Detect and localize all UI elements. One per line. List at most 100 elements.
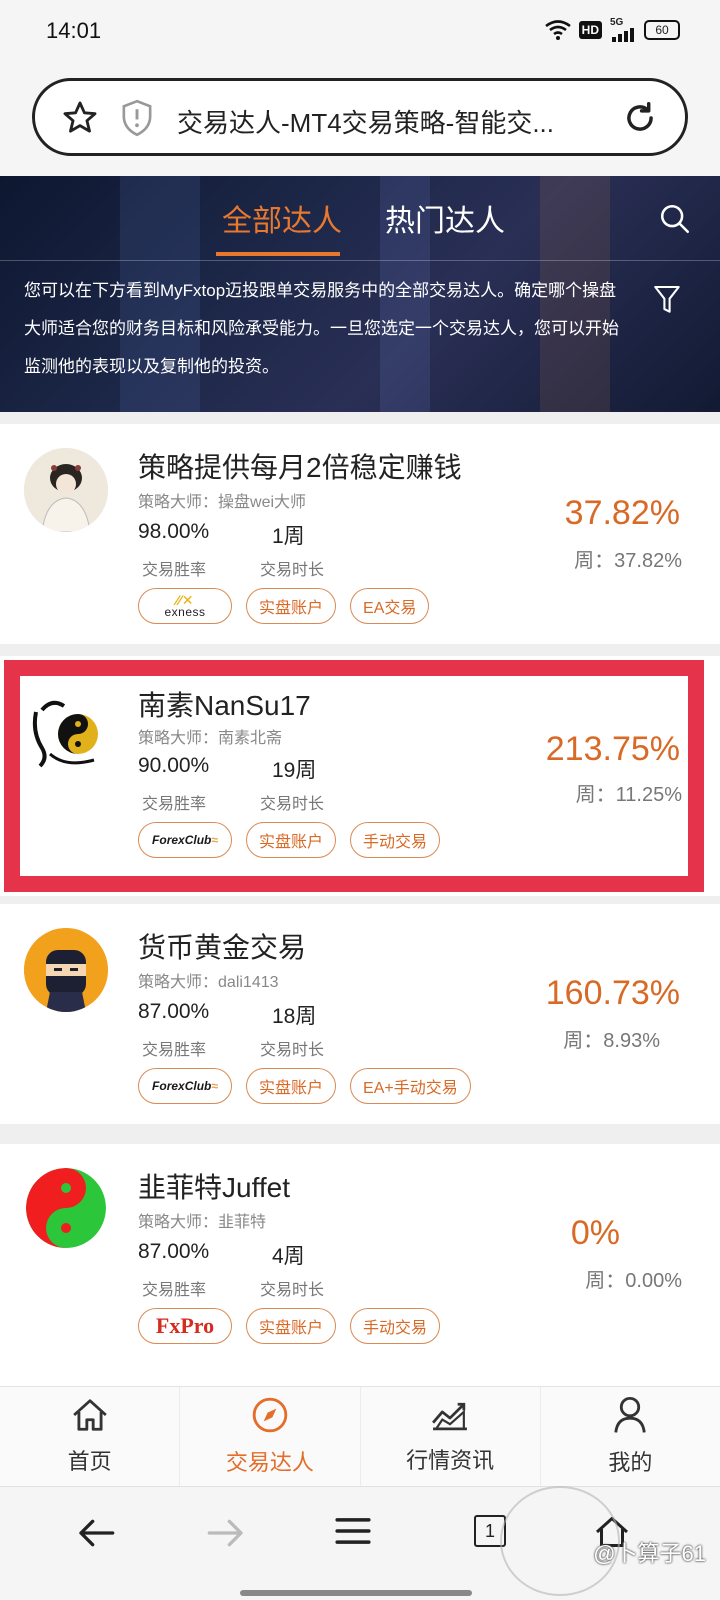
forexclub-logo: ForexClub≈	[152, 1079, 218, 1093]
duration-label: 交易时长	[260, 562, 325, 579]
swoosh-icon: ≈	[211, 1079, 218, 1093]
broker-name: ForexClub	[152, 1079, 212, 1093]
ninja-icon	[24, 928, 108, 1012]
trader-tabs: 全部达人 热门达人	[0, 196, 720, 260]
security-shield-icon[interactable]	[119, 99, 155, 142]
win-rate-label: 交易胜率	[142, 1282, 207, 1299]
weekly-return: 周：8.93%	[563, 1024, 660, 1053]
master-prefix: 策略大师：	[138, 974, 219, 991]
tag-list: ⁄⁄✕ exness 实盘账户 EA交易	[138, 588, 430, 624]
back-arrow-icon[interactable]	[76, 1515, 116, 1556]
nav-profile-label: 我的	[608, 1450, 653, 1475]
nav-home-label: 首页	[67, 1449, 112, 1474]
week-value: 0.00%	[625, 1270, 682, 1292]
weekly-return: 周：0.00%	[585, 1264, 682, 1293]
trade-mode-tag: EA+手动交易	[350, 1068, 471, 1104]
master-prefix: 策略大师：	[138, 1214, 219, 1231]
trader-card[interactable]: 策略提供每月2倍稳定赚钱 策略大师：操盘wei大师 98.00% 1周 交易胜率…	[0, 424, 720, 644]
broker-tag: ⁄⁄✕ exness	[138, 588, 232, 624]
duration-label: 交易时长	[260, 1042, 325, 1059]
total-return: 160.73%	[545, 974, 680, 1012]
duration-value: 4周	[272, 1245, 305, 1268]
weekly-return: 周：37.82%	[574, 544, 682, 573]
tab-hot-traders[interactable]: 热门达人	[385, 196, 505, 240]
woman-portrait-icon	[24, 448, 108, 532]
strategy-title[interactable]: 策略提供每月2倍稳定赚钱	[138, 446, 462, 486]
strategy-title[interactable]: 韭菲特Juffet	[138, 1166, 290, 1206]
active-tab-indicator	[216, 252, 340, 256]
trade-mode-tag: EA交易	[350, 588, 430, 624]
exness-logo: ⁄⁄✕ exness	[164, 593, 206, 619]
status-bar: 14:01 HD 5G 60	[0, 0, 720, 64]
broker-name: exness	[164, 605, 206, 619]
strategy-title[interactable]: 货币黄金交易	[138, 926, 306, 966]
nav-traders-label: 交易达人	[225, 1450, 314, 1475]
broker-tag: ForexClub≈	[138, 1068, 232, 1104]
red-green-yin-yang-icon	[26, 1168, 106, 1248]
browser-toolbar: 交易达人-MT4交易策略-智能交...	[0, 64, 720, 176]
status-time: 14:01	[46, 18, 102, 43]
win-rate-value: 98.00%	[138, 520, 210, 543]
address-bar[interactable]: 交易达人-MT4交易策略-智能交...	[32, 78, 688, 156]
account-type-tag: 实盘账户	[246, 1068, 337, 1104]
master-prefix: 策略大师：	[138, 494, 219, 511]
win-rate-label: 交易胜率	[142, 562, 207, 579]
menu-icon[interactable]	[334, 1515, 372, 1552]
duration-value: 18周	[272, 1005, 317, 1028]
home-indicator[interactable]	[240, 1590, 472, 1596]
trader-card[interactable]: 货币黄金交易 策略大师：dali1413 87.00% 18周 交易胜率 交易时…	[0, 904, 720, 1124]
network-label: 5G	[610, 17, 624, 28]
master-name: dali1413	[218, 974, 279, 991]
reload-icon[interactable]	[621, 99, 659, 142]
win-rate-value: 87.00%	[138, 1240, 210, 1263]
tag-list: FxPro 实盘账户 手动交易	[138, 1308, 441, 1344]
week-prefix: 周：	[585, 1270, 626, 1292]
strategy-master: 策略大师：韭菲特	[138, 1208, 266, 1232]
week-value: 37.82%	[614, 550, 682, 572]
page-title-url[interactable]: 交易达人-MT4交易策略-智能交...	[177, 103, 597, 140]
strategy-master: 策略大师：操盘wei大师	[138, 488, 306, 512]
total-return: 0%	[570, 1214, 620, 1252]
nav-home[interactable]: 首页	[0, 1387, 181, 1486]
nav-traders[interactable]: 交易达人	[180, 1387, 361, 1486]
hero-banner: 全部达人 热门达人 您可以在下方看到MyFxtop迈投跟单交易服务中的全部交易达…	[0, 176, 720, 412]
forward-arrow-icon[interactable]	[206, 1515, 246, 1556]
week-prefix: 周：	[574, 550, 615, 572]
user-icon	[612, 1396, 648, 1439]
home-icon	[71, 1397, 109, 1438]
account-type-tag: 实盘账户	[246, 1308, 337, 1344]
nav-market-label: 行情资讯	[406, 1448, 495, 1473]
nav-market-news[interactable]: 行情资讯	[361, 1387, 541, 1486]
trade-mode-tag: 手动交易	[350, 1308, 441, 1344]
bookmark-star-icon[interactable]	[61, 99, 99, 142]
status-icons: HD 5G 60	[544, 18, 680, 42]
signal-icon: 5G	[610, 18, 636, 42]
compass-icon	[251, 1396, 289, 1439]
filter-icon[interactable]	[654, 284, 680, 321]
win-rate-value: 87.00%	[138, 1000, 210, 1023]
duration-value: 1周	[272, 525, 305, 548]
chart-icon	[430, 1398, 470, 1437]
week-prefix: 周：	[563, 1030, 604, 1052]
tab-all-traders[interactable]: 全部达人	[222, 196, 342, 240]
master-name: 韭菲特	[218, 1214, 267, 1231]
master-name: 操盘wei大师	[218, 494, 307, 511]
hero-description: 您可以在下方看到MyFxtop迈投跟单交易服务中的全部交易达人。确定哪个操盘大师…	[24, 281, 619, 376]
trader-card[interactable]: 韭菲特Juffet 策略大师：韭菲特 87.00% 4周 交易胜率 交易时长 0…	[0, 1144, 720, 1386]
account-type-tag: 实盘账户	[246, 588, 337, 624]
broker-tag: FxPro	[138, 1308, 232, 1344]
battery-icon: 60	[644, 20, 680, 40]
duration-label: 交易时长	[260, 1282, 325, 1299]
total-return: 37.82%	[564, 494, 680, 532]
wifi-icon	[544, 20, 571, 40]
tag-list: ForexClub≈ 实盘账户 EA+手动交易	[138, 1068, 471, 1104]
search-icon[interactable]	[658, 202, 692, 241]
bottom-navigation: 首页 交易达人 行情资讯 我的	[0, 1386, 720, 1486]
nav-profile[interactable]: 我的	[541, 1387, 720, 1486]
hd-badge: HD	[578, 21, 602, 39]
win-rate-label: 交易胜率	[142, 1042, 207, 1059]
strategy-master: 策略大师：dali1413	[138, 968, 279, 992]
week-value: 8.93%	[603, 1030, 660, 1052]
watermark-text: @卜算子61	[593, 1541, 706, 1566]
highlight-frame	[4, 660, 704, 892]
